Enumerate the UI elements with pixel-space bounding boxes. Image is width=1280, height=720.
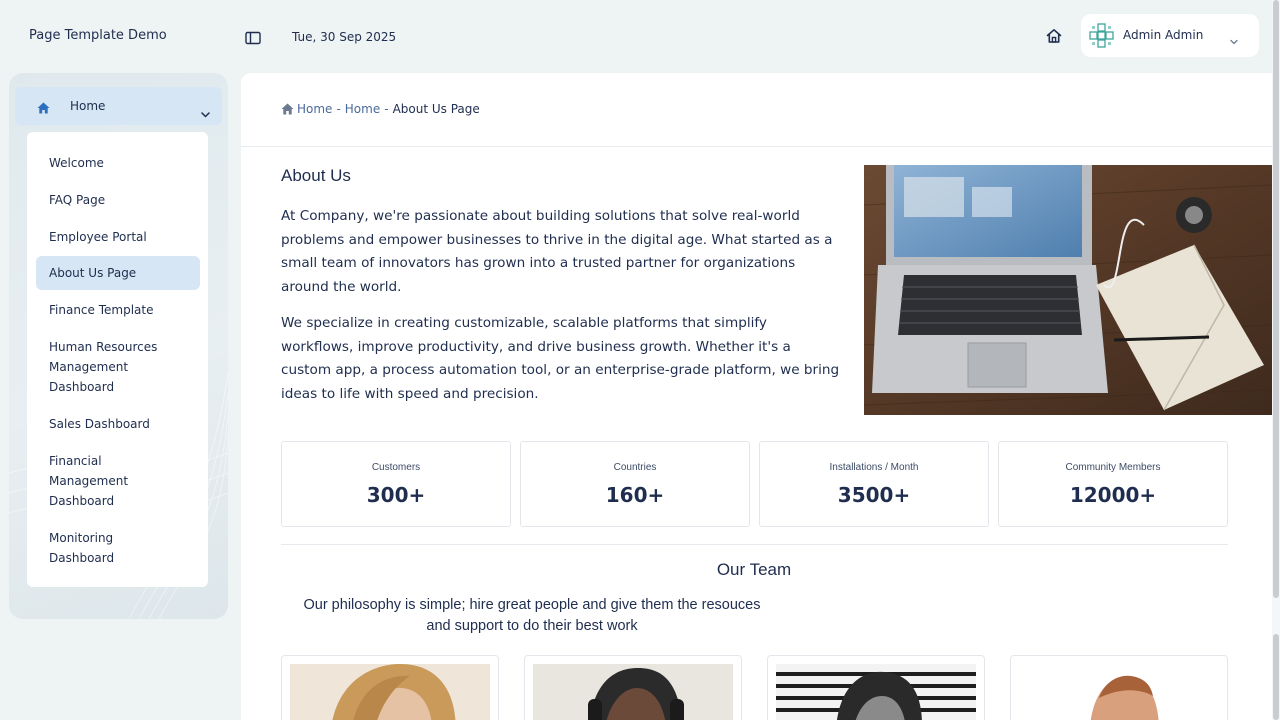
app-title: Page Template Demo — [29, 28, 167, 43]
stat-value: 300+ — [366, 483, 426, 507]
section-title: Our Team — [716, 560, 792, 579]
stat-value: 12000+ — [1069, 483, 1157, 507]
current-date: Tue, 30 Sep 2025 — [292, 30, 397, 44]
sidebar-item-finance-template[interactable]: Finance Template — [36, 300, 200, 320]
stat-card-community-members: Community Members 12000+ — [998, 441, 1228, 527]
breadcrumb-separator: - — [384, 102, 389, 116]
sidebar-item-about-us-page[interactable]: About Us Page — [36, 256, 200, 290]
team-member-photo — [776, 664, 976, 720]
breadcrumb-separator: - — [336, 102, 341, 116]
stat-card-countries: Countries 160+ — [520, 441, 750, 527]
stat-label: Community Members — [1065, 462, 1161, 473]
chevron-down-icon — [1229, 31, 1239, 45]
sidebar-item-welcome[interactable]: Welcome — [36, 153, 200, 173]
breadcrumb: Home - Home - About Us Page — [281, 102, 480, 116]
home-submenu: Welcome FAQ Page Employee Portal About U… — [27, 132, 208, 587]
breadcrumb-current: About Us Page — [392, 102, 480, 116]
main-content: Home - Home - About Us Page About Us At … — [241, 73, 1272, 720]
about-paragraph: We specialize in creating customizable, … — [281, 315, 840, 402]
sidebar-item-employee-portal[interactable]: Employee Portal — [36, 227, 200, 247]
home-icon — [37, 99, 50, 114]
user-menu[interactable]: Admin Admin — [1081, 14, 1259, 57]
home-icon — [281, 103, 294, 115]
divider — [241, 146, 1272, 147]
scrollbar-thumb[interactable] — [1273, 634, 1279, 720]
stat-value: 160+ — [605, 483, 665, 507]
stat-card-customers: Customers 300+ — [281, 441, 511, 527]
scrollbar-thumb[interactable] — [1273, 0, 1279, 598]
sidebar: Home Welcome FAQ Page Employee Portal Ab… — [9, 73, 228, 619]
breadcrumb-home-link[interactable]: Home — [297, 102, 332, 116]
team-member-photo — [290, 664, 490, 720]
about-paragraph: At Company, we're passionate about build… — [281, 208, 833, 295]
team-member-photo — [533, 664, 733, 720]
divider — [281, 544, 1228, 545]
team-member-photo — [1019, 664, 1219, 720]
team-member-card — [1010, 655, 1228, 720]
sidebar-item-home[interactable]: Home — [15, 87, 222, 125]
sidebar-item-faq-page[interactable]: FAQ Page — [36, 190, 200, 210]
chevron-down-icon — [201, 103, 210, 118]
team-member-card — [281, 655, 499, 720]
sidebar-item-hr-management-dashboard[interactable]: Human Resources Management Dashboard — [36, 337, 166, 397]
stat-value: 3500+ — [837, 483, 911, 507]
page-title: About Us — [281, 166, 351, 185]
sidebar-item-label: Home — [70, 99, 106, 113]
avatar — [1089, 23, 1114, 48]
stat-label: Installations / Month — [829, 462, 919, 473]
sidebar-item-financial-management-dashboard[interactable]: Financial Management Dashboard — [36, 451, 146, 511]
breadcrumb-home-link[interactable]: Home — [345, 102, 380, 116]
laptop-desk-image — [864, 165, 1272, 415]
stat-card-installations: Installations / Month 3500+ — [759, 441, 989, 527]
sidebar-item-monitoring-dashboard[interactable]: Monitoring Dashboard — [36, 528, 136, 568]
team-member-card — [524, 655, 742, 720]
stat-label: Countries — [613, 462, 657, 473]
user-name: Admin Admin — [1123, 28, 1204, 42]
home-icon[interactable] — [1045, 27, 1063, 45]
top-header: Page Template Demo Tue, 30 Sep 2025 Admi… — [0, 0, 1280, 72]
team-description: Our philosophy is simple; hire great peo… — [303, 597, 761, 634]
sidebar-item-sales-dashboard[interactable]: Sales Dashboard — [36, 414, 200, 434]
sidebar-toggle-icon[interactable] — [245, 30, 261, 45]
stat-label: Customers — [371, 462, 421, 473]
team-member-card — [767, 655, 985, 720]
